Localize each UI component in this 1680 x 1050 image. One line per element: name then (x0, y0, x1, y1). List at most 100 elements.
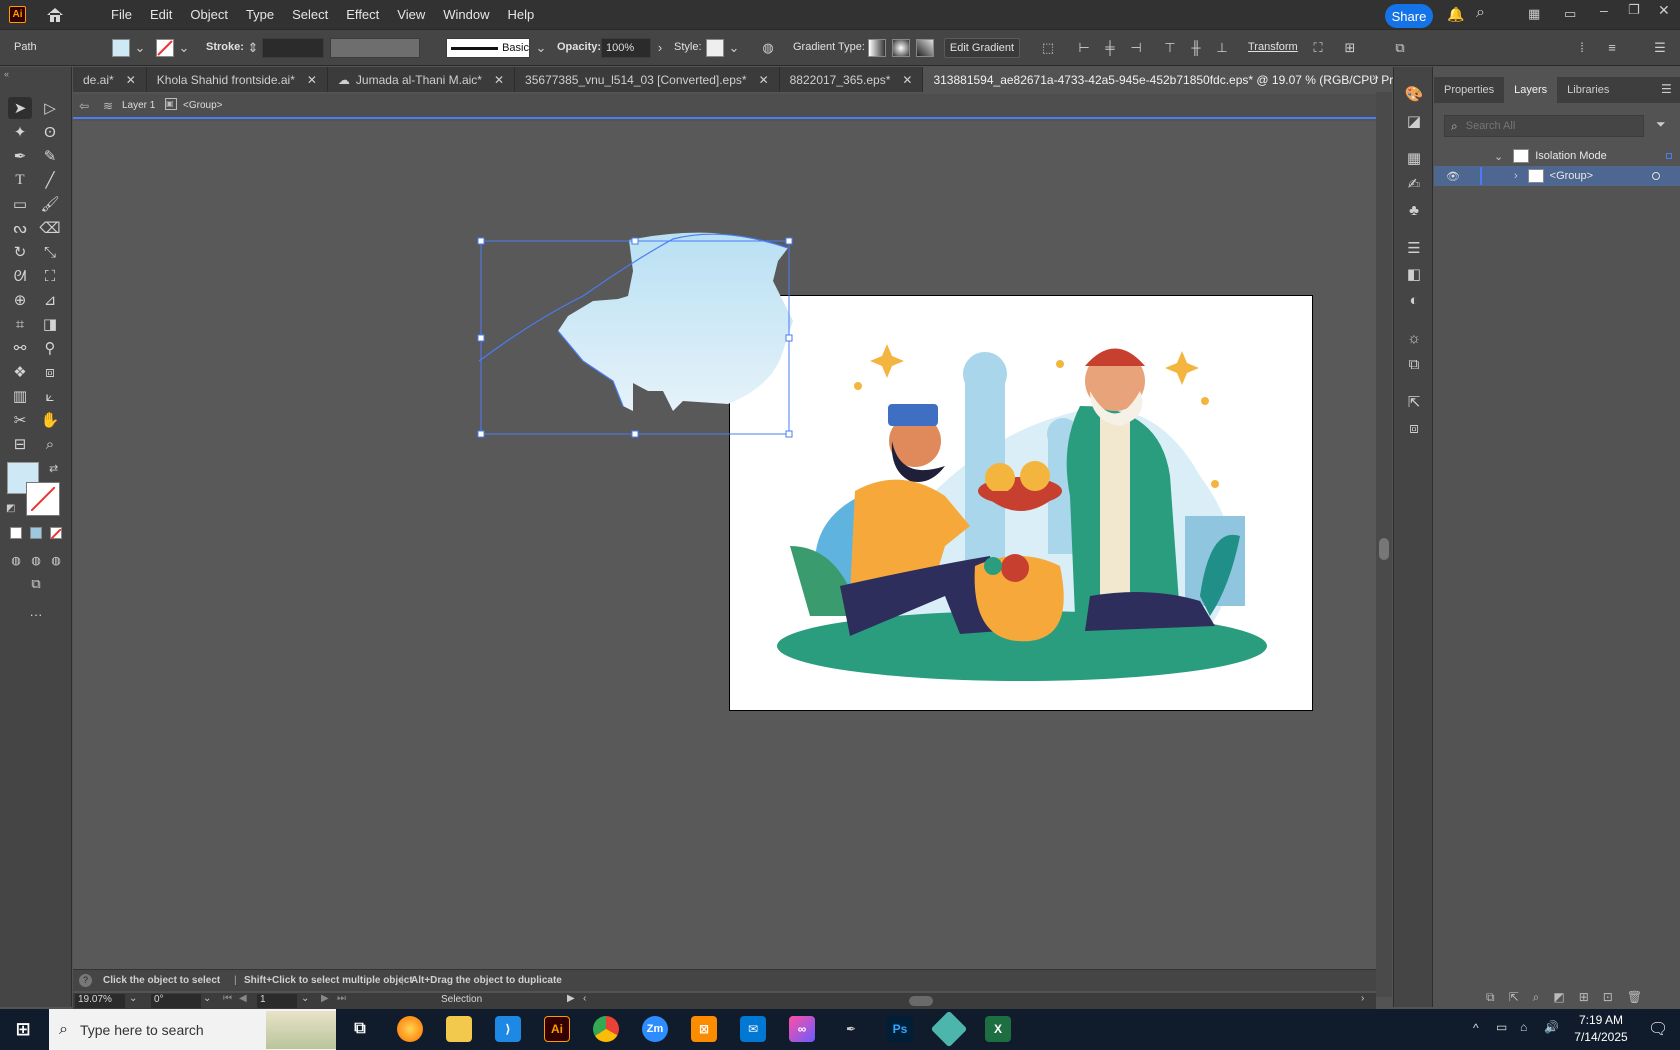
zoom-app-icon[interactable]: Zm (642, 1016, 668, 1042)
panel-menu-icon[interactable]: ☰ (1661, 82, 1672, 96)
last-artboard-icon[interactable]: ⏭ (337, 993, 346, 1004)
lasso-tool-icon[interactable]: ʘ (38, 121, 62, 143)
type-tool-icon[interactable]: T (8, 169, 32, 191)
linear-gradient-icon[interactable] (868, 39, 886, 57)
selected-path-overlay[interactable] (73, 121, 1376, 969)
close-tab-icon[interactable]: ✕ (307, 73, 317, 87)
artboard-tool-icon[interactable]: ⧈ (38, 361, 62, 383)
group-layer-row[interactable]: 👁 › <Group> (1434, 166, 1680, 186)
style-dropdown-icon[interactable]: ⌄ (726, 40, 742, 56)
direct-selection-tool-icon[interactable]: ▷ (38, 97, 62, 119)
selection-tool-icon[interactable]: ➤ (8, 97, 32, 119)
zoom-dropdown-icon[interactable]: ⌄ (129, 993, 137, 1004)
brushes-icon[interactable]: ✍ (1404, 175, 1424, 195)
align-to-icon[interactable]: ⬚ (1040, 40, 1056, 56)
volume-icon[interactable]: 🔊 (1544, 1020, 1559, 1034)
new-layer-icon[interactable]: ⊡ (1603, 990, 1613, 1005)
tab-document-1[interactable]: de.ai* ✕ (73, 67, 147, 92)
shape-builder-tool-icon[interactable]: ⊕ (8, 289, 32, 311)
panel-toggle-icon[interactable]: ⧉ (1392, 40, 1408, 56)
outlook-icon[interactable]: ✉ (740, 1016, 766, 1042)
draw-inside-icon[interactable]: ◍ (44, 549, 68, 571)
prev-artboard-icon[interactable]: ◀ (239, 993, 247, 1004)
eraser-tool-icon[interactable]: ⌫ (38, 217, 62, 239)
help-icon[interactable]: ? (79, 974, 92, 987)
transparency-icon[interactable]: ◐ (1404, 291, 1424, 311)
sort-icon[interactable]: ≡ (1604, 40, 1620, 56)
slice-tool-icon[interactable]: ⟀ (38, 385, 62, 407)
line-tool-icon[interactable]: ╱ (38, 169, 62, 191)
menu-object[interactable]: Object (181, 7, 237, 22)
close-tab-icon[interactable]: ✕ (759, 73, 769, 87)
color-mode-icon[interactable] (10, 527, 22, 539)
align-vcenter-icon[interactable]: ╫ (1188, 40, 1204, 56)
swap-fill-stroke-icon[interactable]: ⇄ (49, 462, 58, 475)
fill-swatch[interactable] (112, 39, 130, 57)
color-panel-icon[interactable]: 🎨 (1404, 85, 1424, 105)
stroke-panel-icon[interactable]: ☰ (1404, 239, 1424, 259)
rotation-dropdown-icon[interactable]: ⌄ (203, 993, 211, 1004)
creative-cloud-icon[interactable]: ∞ (789, 1016, 815, 1042)
hand-tool-icon[interactable]: ✋ (38, 409, 62, 431)
collect-export-icon[interactable]: ⧉ (1486, 990, 1495, 1005)
symbols-icon[interactable]: ♣ (1404, 201, 1424, 221)
menu-edit[interactable]: Edit (141, 7, 181, 22)
opacity-field[interactable]: 100% (601, 38, 651, 58)
tab-libraries[interactable]: Libraries (1557, 77, 1619, 103)
column-graph-tool-icon[interactable]: ▥ (8, 385, 32, 407)
curvature-tool-icon[interactable]: ✎ (38, 145, 62, 167)
artboards-panel-icon[interactable]: ⧈ (1404, 419, 1424, 439)
tab-document-4[interactable]: 35677385_vnu_l514_03 [Converted].eps* ✕ (515, 67, 780, 92)
print-tiling-tool-icon[interactable]: ⊟ (8, 433, 32, 455)
align-right-icon[interactable]: ⊣ (1128, 40, 1144, 56)
app-diamond-icon[interactable] (930, 1010, 968, 1048)
paintbrush-tool-icon[interactable]: 🖌 (38, 193, 62, 215)
appearance-icon[interactable]: ☼ (1404, 329, 1424, 349)
tab-document-3[interactable]: ☁ Jumada al-Thani M.aic* ✕ (328, 67, 516, 92)
none-mode-icon[interactable] (50, 527, 62, 540)
more-tabs-icon[interactable]: » (1372, 70, 1379, 84)
delete-layer-icon[interactable]: 🗑 (1627, 990, 1642, 1005)
rotation-field[interactable]: 0° (151, 994, 201, 1008)
transform-link[interactable]: Transform (1248, 41, 1298, 53)
locate-object-icon[interactable]: ⌕ (1533, 990, 1540, 1005)
arrange-icon[interactable]: ⁞ (1574, 40, 1590, 56)
menu-file[interactable]: File (102, 7, 141, 22)
stroke-stepper-icon[interactable]: ⇕ (245, 40, 261, 56)
scale-tool-icon[interactable]: ⤡ (38, 241, 62, 263)
clock-time[interactable]: 7:19 AM (1571, 1013, 1631, 1027)
windows-start-icon[interactable]: ⊞ (10, 1016, 36, 1042)
expand-chevron-icon[interactable]: › (1514, 170, 1518, 182)
tab-document-2[interactable]: Khola Shahid frontside.ai* ✕ (147, 67, 328, 92)
tab-layers[interactable]: Layers (1504, 77, 1558, 103)
gradient-mode-icon[interactable] (30, 527, 42, 539)
excel-icon[interactable]: X (985, 1016, 1011, 1042)
target-circle-icon[interactable] (1652, 172, 1660, 180)
gradient-tool-icon[interactable]: ◨ (38, 313, 62, 335)
new-sublayer-icon[interactable]: ⊞ (1579, 990, 1589, 1005)
default-colors-icon[interactable]: ◩ (6, 503, 15, 514)
layers-search-input[interactable] (1465, 120, 1626, 132)
notifications-icon[interactable]: 🗨 (1648, 1019, 1668, 1039)
freeform-gradient-icon[interactable] (916, 39, 934, 57)
tab-document-5[interactable]: 8822017_365.eps* ✕ (780, 67, 924, 92)
align-bottom-icon[interactable]: ⊥ (1214, 40, 1230, 56)
breadcrumb-group[interactable]: <Group> (183, 100, 222, 111)
close-tab-icon[interactable]: ✕ (126, 73, 136, 87)
recolor-artwork-icon[interactable]: ◍ (760, 40, 776, 56)
color-guide-icon[interactable]: ◪ (1404, 112, 1424, 132)
stroke-color-box[interactable] (26, 482, 60, 516)
horizontal-scrollbar-thumb[interactable] (909, 996, 933, 1006)
file-explorer-icon[interactable] (446, 1016, 472, 1042)
perspective-grid-tool-icon[interactable]: ⊿ (38, 289, 62, 311)
graphic-styles-icon[interactable]: ⧉ (1404, 355, 1424, 375)
brush-definition-field[interactable]: Basic (446, 38, 530, 58)
xampp-icon[interactable]: ⊠ (691, 1016, 717, 1042)
tray-chevron-icon[interactable]: ^ (1473, 1021, 1479, 1035)
fill-dropdown-icon[interactable]: ⌄ (132, 40, 148, 56)
opacity-arrow-icon[interactable]: › (652, 40, 668, 56)
collapse-chevron-icon[interactable]: ⌄ (1494, 150, 1503, 163)
magic-wand-tool-icon[interactable]: ✦ (8, 121, 32, 143)
zoom-field[interactable]: 19.07% (75, 994, 125, 1008)
filter-icon[interactable]: ⏷ (1656, 117, 1666, 132)
